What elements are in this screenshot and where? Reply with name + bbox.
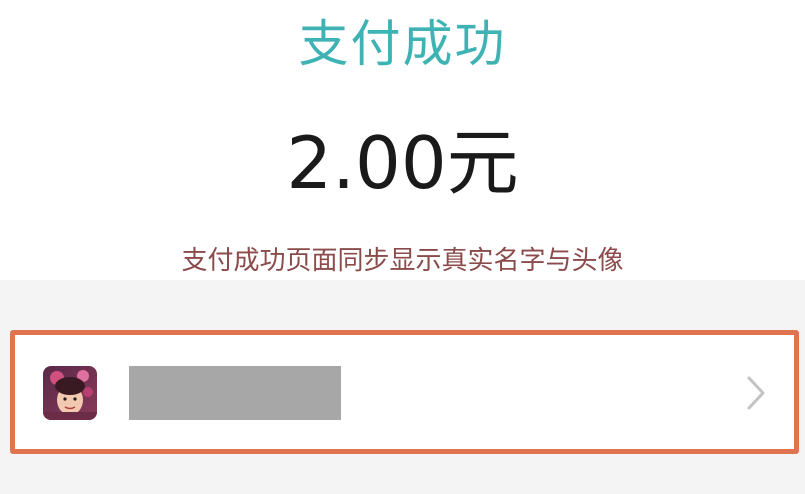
- payment-note: 支付成功页面同步显示真实名字与头像: [181, 246, 624, 276]
- avatar: [43, 366, 97, 420]
- avatar-image: [43, 366, 97, 420]
- payee-name-redacted: [129, 366, 341, 420]
- payment-amount: 2.00元: [286, 121, 519, 205]
- chevron-right-icon: [747, 376, 765, 410]
- payment-status-title: 支付成功: [298, 15, 507, 73]
- payment-summary: 支付成功 2.00元 支付成功页面同步显示真实名字与头像: [0, 0, 805, 280]
- payee-row[interactable]: [10, 330, 799, 454]
